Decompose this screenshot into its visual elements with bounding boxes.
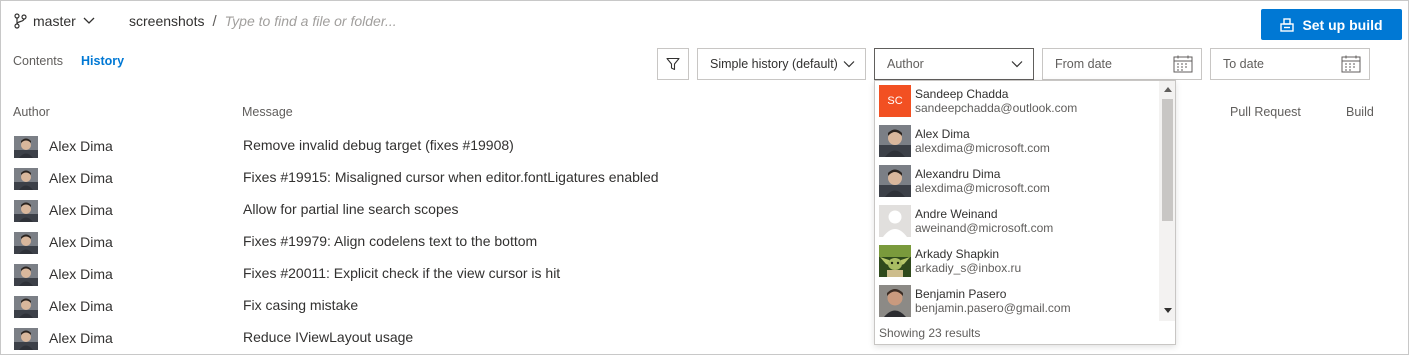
author-option-avatar: [879, 165, 911, 197]
branch-selector[interactable]: master: [13, 11, 96, 31]
author-dropdown-placeholder: Author: [887, 57, 924, 71]
row-message[interactable]: Reduce IViewLayout usage: [243, 329, 413, 345]
column-header-pull-request[interactable]: Pull Request: [1230, 105, 1301, 119]
row-author: Alex Dima: [49, 138, 113, 154]
row-message[interactable]: Fixes #19979: Align codelens text to the…: [243, 233, 537, 249]
page-frame: master screenshots / Set up build Conten…: [0, 0, 1409, 355]
column-header-author[interactable]: Author: [13, 105, 50, 119]
to-date-picker[interactable]: [1210, 48, 1370, 80]
row-author: Alex Dima: [49, 202, 113, 218]
author-option-name: Arkady Shapkin: [915, 247, 1000, 261]
path-breadcrumb: screenshots /: [129, 11, 485, 31]
column-header-build[interactable]: Build: [1346, 105, 1374, 119]
author-avatar: [14, 328, 38, 350]
author-option-email: alexdima@microsoft.com: [915, 141, 1050, 155]
author-avatar: [14, 232, 38, 254]
table-row[interactable]: Alex Dima Remove invalid debug target (f…: [1, 129, 871, 161]
row-author: Alex Dima: [49, 298, 113, 314]
author-avatar: [14, 264, 38, 286]
table-row[interactable]: Alex Dima Reduce IViewLayout usage: [1, 321, 871, 353]
set-up-build-label: Set up build: [1302, 16, 1383, 33]
filter-icon: [666, 57, 680, 71]
author-option-email: benjamin.pasero@gmail.com: [915, 301, 1071, 315]
author-option-email: arkadiy_s@inbox.ru: [915, 261, 1022, 275]
calendar-icon[interactable]: [1173, 55, 1193, 73]
scroll-up-arrow[interactable]: [1159, 83, 1175, 95]
table-row[interactable]: Alex Dima Allow for partial line search …: [1, 193, 871, 225]
author-dropdown[interactable]: Author: [874, 48, 1034, 80]
author-option-avatar: [879, 125, 911, 157]
chevron-down-icon: [843, 61, 855, 68]
results-count: Showing 23 results: [879, 326, 981, 340]
author-option-avatar: [879, 245, 911, 277]
history-mode-dropdown[interactable]: Simple history (default): [697, 48, 866, 80]
author-option[interactable]: Alexandru Dima alexdima@microsoft.com: [875, 161, 1158, 201]
author-option[interactable]: Andre Weinand aweinand@microsoft.com: [875, 201, 1158, 241]
caret-down-icon: [1163, 308, 1172, 313]
row-message[interactable]: Fix casing mistake: [243, 297, 358, 313]
branch-label: master: [33, 13, 76, 29]
author-option-avatar: [879, 285, 911, 317]
author-option[interactable]: SC Sandeep Chadda sandeepchadda@outlook.…: [875, 81, 1158, 121]
scroll-thumb[interactable]: [1162, 99, 1173, 221]
set-up-build-button[interactable]: Set up build: [1261, 9, 1402, 40]
row-author: Alex Dima: [49, 330, 113, 346]
column-header-message[interactable]: Message: [242, 105, 293, 119]
path-separator: /: [212, 12, 217, 30]
author-option[interactable]: Arkady Shapkin arkadiy_s@inbox.ru: [875, 241, 1158, 281]
chevron-down-icon: [83, 17, 95, 24]
author-option-name: Sandeep Chadda: [915, 87, 1009, 101]
author-option-name: Benjamin Pasero: [915, 287, 1007, 301]
to-date-input[interactable]: [1223, 57, 1333, 71]
author-option-email: alexdima@microsoft.com: [915, 181, 1050, 195]
author-option-email: aweinand@microsoft.com: [915, 221, 1054, 235]
calendar-icon[interactable]: [1341, 55, 1361, 73]
table-row[interactable]: Alex Dima Fixes #19979: Align codelens t…: [1, 225, 871, 257]
author-avatar: [14, 296, 38, 318]
history-mode-value: Simple history (default): [710, 57, 838, 71]
author-avatar: [14, 136, 38, 158]
author-option-email: sandeepchadda@outlook.com: [915, 101, 1078, 115]
branch-icon: [14, 13, 27, 29]
from-date-input[interactable]: [1055, 57, 1165, 71]
caret-up-icon: [1163, 87, 1172, 92]
avatar-initials: SC: [887, 95, 903, 107]
from-date-picker[interactable]: [1042, 48, 1202, 80]
author-avatar: [14, 168, 38, 190]
filter-button[interactable]: [657, 48, 689, 80]
tab-contents[interactable]: Contents: [13, 54, 63, 68]
tab-history[interactable]: History: [81, 54, 124, 68]
author-option-name: Andre Weinand: [915, 207, 998, 221]
row-message[interactable]: Allow for partial line search scopes: [243, 201, 459, 217]
scroll-down-arrow[interactable]: [1159, 305, 1175, 317]
row-message[interactable]: Fixes #20011: Explicit check if the view…: [243, 265, 560, 281]
row-author: Alex Dima: [49, 266, 113, 282]
table-row[interactable]: Alex Dima Fix casing mistake: [1, 289, 871, 321]
path-search-input[interactable]: [224, 13, 485, 29]
repo-name[interactable]: screenshots: [129, 13, 204, 29]
commit-list: Alex Dima Remove invalid debug target (f…: [1, 129, 871, 353]
row-author: Alex Dima: [49, 234, 113, 250]
author-option[interactable]: Benjamin Pasero benjamin.pasero@gmail.co…: [875, 281, 1158, 321]
author-option-name: Alexandru Dima: [915, 167, 1001, 181]
chevron-down-icon: [1011, 61, 1023, 68]
table-row[interactable]: Alex Dima Fixes #19915: Misaligned curso…: [1, 161, 871, 193]
author-avatar: [14, 200, 38, 222]
row-message[interactable]: Fixes #19915: Misaligned cursor when edi…: [243, 169, 659, 185]
popup-scrollbar[interactable]: [1159, 81, 1175, 321]
row-message[interactable]: Remove invalid debug target (fixes #1990…: [243, 137, 514, 153]
author-option-name: Alex Dima: [915, 127, 970, 141]
build-icon: [1280, 17, 1295, 32]
author-option-avatar: [879, 205, 911, 237]
table-row[interactable]: Alex Dima Fixes #20011: Explicit check i…: [1, 257, 871, 289]
author-option[interactable]: Alex Dima alexdima@microsoft.com: [875, 121, 1158, 161]
row-author: Alex Dima: [49, 170, 113, 186]
author-option-avatar: SC: [879, 85, 911, 117]
author-suggestions-popup: SC Sandeep Chadda sandeepchadda@outlook.…: [874, 80, 1176, 345]
